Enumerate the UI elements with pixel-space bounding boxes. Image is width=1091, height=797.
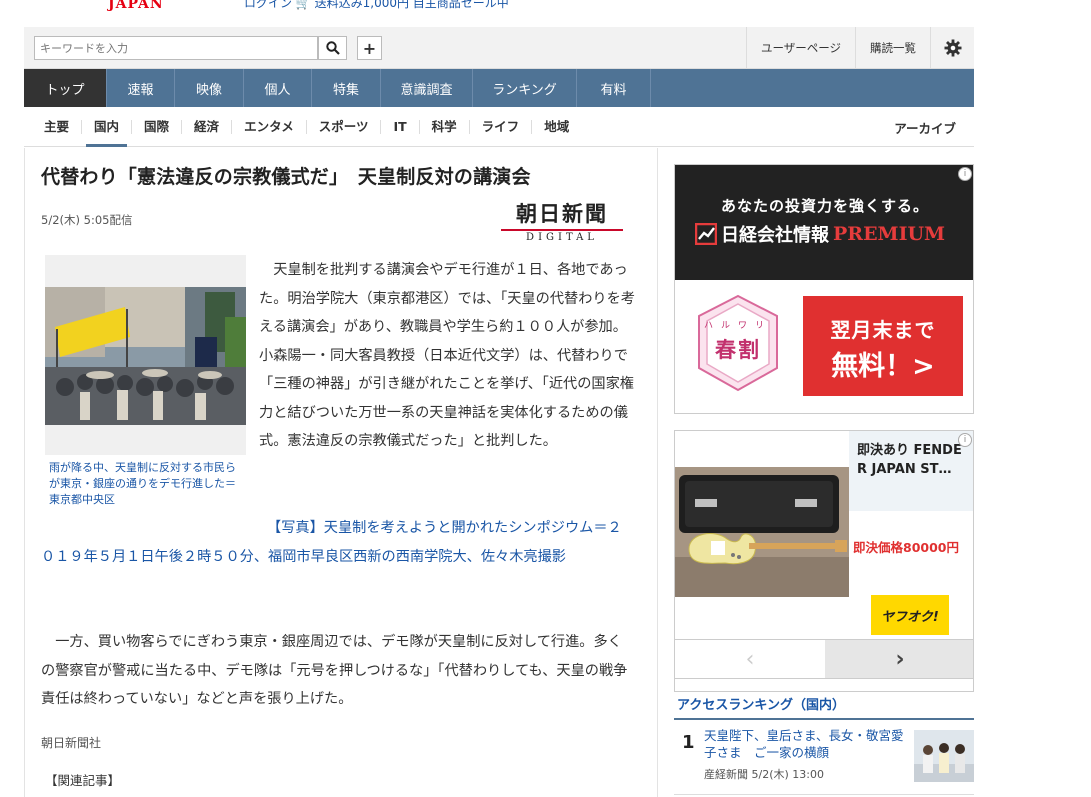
- ranking-title[interactable]: アクセスランキング（国内）: [677, 694, 845, 713]
- search-input[interactable]: [34, 36, 318, 60]
- guitar-image[interactable]: [675, 467, 849, 597]
- photo-link[interactable]: 【写真】天皇制を考えようと開かれたシンポジウム＝２０１９年５月１日午後２時５０分…: [41, 514, 635, 572]
- ranking-headline[interactable]: 天皇陛下、皇后さま、長女・敬宮愛子さま ご一家の横顔: [704, 728, 904, 761]
- nav-video[interactable]: 映像: [175, 69, 244, 107]
- nikkei-logo-icon: [695, 223, 717, 245]
- spring-sale-label: 春割: [715, 338, 761, 362]
- category-local[interactable]: 地域: [532, 120, 581, 134]
- free-trial-line2: 無料！>: [831, 351, 935, 382]
- ad-brand: 日経会社情報 PREMIUM: [695, 221, 945, 247]
- category-science[interactable]: 科学: [420, 120, 470, 134]
- auction-item-title[interactable]: 即決あり FENDER JAPAN ST…: [857, 441, 967, 479]
- paragraph-1: 天皇制を批判する講演会やデモ行進が１日、各地であった。明治学院大（東京都港区）で…: [259, 262, 635, 449]
- category-life[interactable]: ライフ: [470, 120, 533, 134]
- ad-info-icon-2[interactable]: i: [958, 433, 972, 447]
- plus-icon: +: [362, 38, 377, 58]
- category-main[interactable]: 主要: [24, 120, 83, 134]
- publisher-logo[interactable]: 朝日新聞 DIGITAL: [501, 198, 623, 243]
- promo-text[interactable]: 送料込み1,000円 自主商品セール中: [315, 0, 509, 10]
- article-photo[interactable]: [45, 287, 246, 425]
- publisher-name: 朝日新聞: [516, 201, 608, 226]
- logo-mark: [36, 0, 66, 4]
- category-it[interactable]: IT: [381, 120, 420, 134]
- add-button[interactable]: +: [357, 36, 382, 60]
- article-headline: 代替わり「憲法違反の宗教儀式だ」 天皇制反対の講演会: [41, 166, 531, 188]
- article-source: 朝日新聞社: [41, 736, 102, 750]
- category-entertainment[interactable]: エンタメ: [232, 120, 307, 134]
- ad-info-icon[interactable]: i: [958, 167, 972, 181]
- search-bar: + ユーザーページ 購読一覧: [24, 27, 974, 69]
- utility-links: ユーザーページ 購読一覧: [745, 27, 974, 69]
- article: 代替わり「憲法違反の宗教儀式だ」 天皇制反対の講演会 5/2(木) 5:05配信…: [24, 148, 658, 797]
- publish-date: 5/2(木) 5:05配信: [41, 213, 133, 227]
- free-trial-line1: 翌月末まで: [830, 318, 936, 342]
- carousel-next-button[interactable]: ›: [825, 640, 973, 678]
- ranking-thumbnail[interactable]: [914, 730, 974, 782]
- auction-price: 即決価格80000円: [853, 540, 959, 555]
- nav-survey[interactable]: 意識調査: [381, 69, 473, 107]
- ad-nikkei-body: ハルワリ 春割 翌月末まで 無料！>: [675, 280, 973, 413]
- nav-paid[interactable]: 有料: [577, 69, 651, 107]
- photo-caption[interactable]: 雨が降る中、天皇制に反対する市民らが東京・銀座の通りをデモ行進した＝東京都中央区: [49, 460, 245, 508]
- category-domestic[interactable]: 国内: [82, 120, 133, 147]
- user-page-link[interactable]: ユーザーページ: [745, 27, 855, 69]
- nav-feature[interactable]: 特集: [312, 69, 381, 107]
- login-link[interactable]: ログイン: [244, 0, 292, 10]
- publisher-sub: DIGITAL: [501, 229, 623, 243]
- top-strip: JAPAN ログイン 🛒 送料込み1,000円 自主商品セール中: [0, 0, 1091, 26]
- article-body: 天皇制を批判する講演会やデモ行進が１日、各地であった。明治学院大（東京都港区）で…: [259, 256, 635, 456]
- category-economy[interactable]: 経済: [182, 120, 233, 134]
- ranking-bottom-divider: [674, 794, 974, 795]
- nav-ranking[interactable]: ランキング: [473, 69, 577, 107]
- main-nav: トップ 速報 映像 個人 特集 意識調査 ランキング 有料: [24, 69, 974, 107]
- gear-icon: [944, 39, 961, 57]
- nav-individual[interactable]: 個人: [244, 69, 312, 107]
- chevron-left-icon: ‹: [745, 646, 755, 672]
- ad-brand-premium: PREMIUM: [833, 223, 946, 245]
- top-promo[interactable]: ログイン 🛒 送料込み1,000円 自主商品セール中: [244, 0, 509, 11]
- settings-button[interactable]: [930, 27, 974, 69]
- page-margin: [974, 27, 1091, 797]
- category-international[interactable]: 国際: [132, 120, 183, 134]
- ad-brand-name: 日経会社情報: [721, 225, 829, 246]
- ad-nikkei-header: あなたの投資力を強くする。 日経会社情報 PREMIUM: [675, 165, 973, 280]
- carousel-prev-button[interactable]: ‹: [675, 640, 825, 678]
- logo-mark-2: [76, 0, 96, 4]
- spring-sale-badge: ハルワリ 春割: [693, 294, 783, 392]
- related-articles-heading: 【関連記事】: [45, 773, 121, 788]
- ad-tagline: あなたの投資力を強くする。: [720, 197, 929, 215]
- ad-carousel-nav: ‹ ›: [675, 639, 973, 679]
- ranking-item[interactable]: 1 天皇陛下、皇后さま、長女・敬宮愛子さま ご一家の横顔 産経新聞 5/2(木)…: [674, 722, 974, 788]
- search-icon: [325, 41, 340, 55]
- paragraph-2: 一方、買い物客らでにぎわう東京・銀座周辺では、デモ隊が天皇制に反対して行進。多く…: [41, 634, 628, 707]
- subscriptions-link[interactable]: 購読一覧: [855, 27, 930, 69]
- chevron-right-icon: ›: [895, 646, 905, 672]
- spring-sale-kana: ハルワリ: [703, 321, 772, 331]
- cart-icon: 🛒: [295, 0, 311, 10]
- article-photo-frame[interactable]: [45, 255, 246, 455]
- category-sports[interactable]: スポーツ: [307, 120, 382, 134]
- yahoo-auction-logo[interactable]: ヤフオク!: [871, 595, 949, 635]
- ranking-number: 1: [682, 732, 695, 753]
- nav-top[interactable]: トップ: [24, 69, 107, 107]
- ranking-divider: [674, 718, 974, 720]
- category-nav: 主要 国内 国際 経済 エンタメ スポーツ IT 科学 ライフ 地域 アーカイブ: [24, 107, 974, 147]
- ad-yahoo-auction[interactable]: 即決あり FENDER JAPAN ST… 即決価格80000円 ヤフオク! ‹…: [674, 430, 974, 692]
- logo-text[interactable]: JAPAN: [108, 0, 164, 12]
- sidebar: あなたの投資力を強くする。 日経会社情報 PREMIUM ハルワリ 春割 翌月末…: [658, 148, 974, 797]
- archive-link[interactable]: アーカイブ: [894, 118, 956, 137]
- ranking-meta: 産経新聞 5/2(木) 13:00: [704, 768, 824, 781]
- search-button[interactable]: [318, 36, 347, 60]
- nav-breaking[interactable]: 速報: [107, 69, 175, 107]
- free-trial-button[interactable]: 翌月末まで 無料！>: [803, 296, 963, 396]
- ad-nikkei[interactable]: あなたの投資力を強くする。 日経会社情報 PREMIUM ハルワリ 春割 翌月末…: [674, 164, 974, 414]
